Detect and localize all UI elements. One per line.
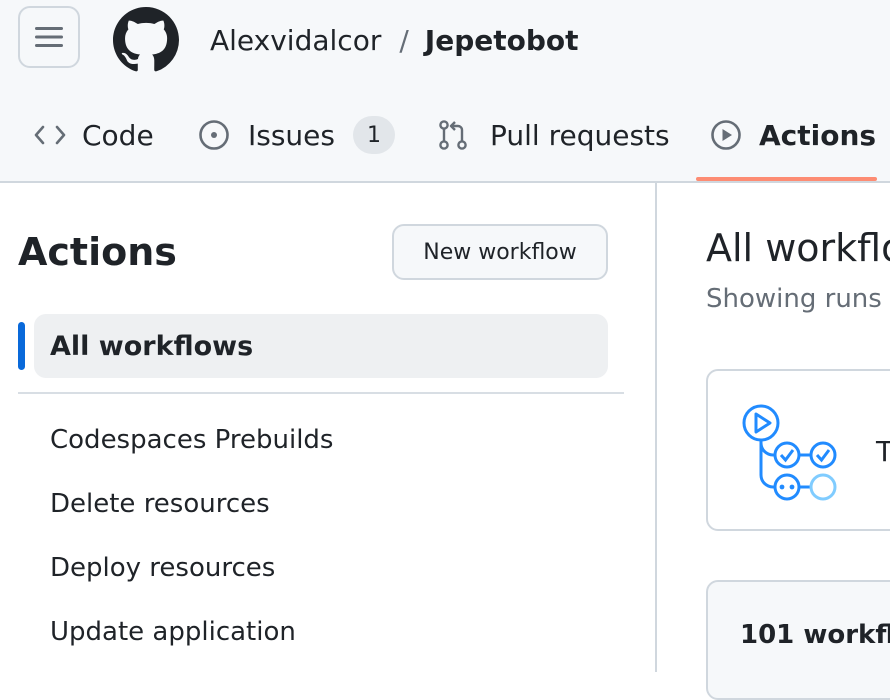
active-item-marker (18, 322, 25, 370)
sidebar-item-label: All workflows (50, 330, 254, 362)
git-pull-request-icon (438, 118, 468, 152)
promo-text: T (876, 435, 890, 468)
hamburger-icon (35, 27, 63, 47)
repo-header: Alexvidalcor / Jepetobot Code Issues 1 P… (0, 0, 890, 183)
tab-actions-label: Actions (759, 118, 877, 152)
breadcrumb-separator: / (399, 23, 409, 57)
sidebar-item-codespaces-prebuilds[interactable]: Codespaces Prebuilds (50, 425, 333, 455)
sidebar-title: Actions (18, 230, 177, 274)
tab-pull-requests[interactable]: Pull requests (438, 112, 670, 158)
repo-owner-link[interactable]: Alexvidalcor (210, 24, 381, 57)
play-icon (710, 119, 742, 151)
repo-breadcrumb: Alexvidalcor / Jepetobot (210, 20, 579, 60)
tab-actions[interactable]: Actions (710, 112, 876, 158)
issues-counter-badge: 1 (353, 116, 395, 154)
workflow-runs-box: 101 workflo (706, 580, 890, 700)
sidebar-item-deploy-resources[interactable]: Deploy resources (50, 553, 275, 583)
new-workflow-button[interactable]: New workflow (392, 224, 608, 280)
sidebar-item-delete-resources[interactable]: Delete resources (50, 489, 270, 519)
page-subtitle: Showing runs (706, 284, 882, 314)
workflow-runs-count: 101 workflo (740, 620, 890, 650)
sidebar-item-all-workflows[interactable]: All workflows (34, 314, 608, 378)
tab-code-label: Code (82, 118, 154, 152)
github-logo-icon[interactable] (113, 7, 179, 73)
code-icon (34, 124, 66, 146)
hamburger-menu-button[interactable] (18, 6, 80, 68)
tab-issues[interactable]: Issues 1 (198, 112, 395, 158)
tab-pull-requests-label: Pull requests (490, 118, 670, 152)
page-title: All workflo (706, 226, 890, 270)
sidebar-separator (18, 392, 624, 394)
sidebar-divider (655, 181, 657, 672)
tab-code[interactable]: Code (34, 112, 154, 158)
selected-tab-underline (696, 177, 877, 181)
repo-name-link[interactable]: Jepetobot (425, 24, 579, 57)
issue-opened-icon (198, 119, 230, 151)
actions-promo-card: T (706, 369, 890, 531)
workflow-illustration-icon (742, 404, 837, 501)
sidebar-item-update-application[interactable]: Update application (50, 617, 296, 647)
tab-issues-label: Issues (248, 118, 335, 152)
